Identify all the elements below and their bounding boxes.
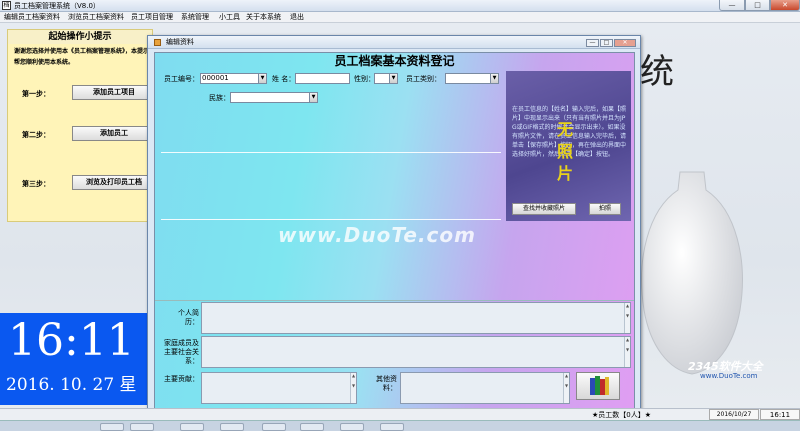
chevron-down-icon[interactable]: ▼ [389, 73, 398, 84]
taskbar [0, 420, 800, 431]
other-scrollbar[interactable]: ▲ ▼ [563, 373, 569, 403]
gender-label: 性别： [354, 75, 375, 83]
other-textarea[interactable]: ▲ ▼ [400, 372, 570, 404]
chevron-down-icon[interactable]: ▼ [490, 73, 499, 84]
menu-system-management[interactable]: 系统管理 [181, 12, 209, 23]
dialog-title: 编辑资料 [166, 38, 194, 46]
status-time: 16:11 [760, 409, 800, 420]
menu-exit[interactable]: 退出 [290, 12, 304, 23]
menu-browse-records[interactable]: 浏览员工档案资料 [68, 12, 124, 23]
clock-date: 2016. 10. 27 星 [6, 375, 137, 395]
menu-bar: 编辑员工档案资料 浏览员工档案资料 员工项目管理 系统管理 小工具 关于本系统 … [0, 12, 800, 23]
browse-print-button[interactable]: 浏览及打印员工档 [72, 175, 156, 190]
maximize-button[interactable]: □ [745, 0, 770, 11]
tips-header: 起始操作小提示 [8, 30, 152, 44]
family-label: 家庭成员及主要社会关系： [164, 339, 199, 365]
resume-textarea[interactable]: ▲ ▼ [201, 302, 631, 334]
name-label: 姓 名： [272, 75, 296, 83]
tips-text: 谢谢您选择并使用本《员工档案管理系统》，本提示帮您顺利使用本系统。 [14, 48, 150, 66]
taskbar-button[interactable] [262, 423, 286, 431]
books-icon [590, 376, 609, 395]
app-icon: 档 [2, 1, 11, 10]
emp-type-label: 员工类别： [406, 75, 441, 83]
ethnic-label: 民族： [209, 94, 230, 102]
achievement-textarea[interactable]: ▲ ▼ [201, 372, 357, 404]
section-divider [155, 300, 634, 301]
dialog-close-button[interactable]: ✕ [614, 39, 636, 47]
dialog-title-bar: 编辑资料 — □ ✕ [148, 36, 640, 49]
taskbar-button[interactable] [180, 423, 204, 431]
resume-scrollbar[interactable]: ▲ ▼ [624, 303, 630, 333]
clock-time: 16:11 [8, 315, 135, 366]
app-title: 员工档案管理系统（V8.0） [14, 2, 100, 10]
status-bar: ★员工数【0人】★ 2016/10/27 16:11 [0, 408, 800, 420]
ethnic-select[interactable]: ▼ [230, 92, 318, 103]
vase-illustration [641, 171, 743, 375]
emp-no-label: 员工编号： [164, 75, 199, 83]
emp-no-select[interactable]: 000001 ▼ [200, 73, 267, 84]
menu-edit-records[interactable]: 编辑员工档案资料 [4, 12, 60, 23]
form-banner: 员工档案基本资料登记 [334, 54, 455, 68]
take-photo-button[interactable]: 拍照 [589, 203, 621, 215]
achievement-label: 主要贡献： [164, 375, 199, 383]
photo-frame: 在员工信息的【姓名】输入完后，如果【照片】中现显示出来（只有当有照片并且为JPG… [506, 71, 631, 221]
step-2-label: 第二步： [22, 131, 50, 139]
taskbar-button[interactable] [380, 423, 404, 431]
taskbar-button[interactable] [340, 423, 364, 431]
watermark-url: www.DuoTe.com [700, 372, 758, 380]
chevron-down-icon[interactable]: ▼ [309, 92, 318, 103]
taskbar-button[interactable] [130, 423, 154, 431]
dialog-minimize-button[interactable]: — [586, 39, 599, 47]
tips-panel: 起始操作小提示 谢谢您选择并使用本《员工档案管理系统》，本提示帮您顺利使用本系统… [7, 29, 156, 222]
menu-about[interactable]: 关于本系统 [246, 12, 281, 23]
step-3-label: 第三步： [22, 180, 50, 188]
divider [161, 219, 501, 220]
no-photo-placeholder: 无照片 [556, 120, 573, 183]
family-textarea[interactable]: ▲ ▼ [201, 336, 631, 368]
employee-count: ★员工数【0人】★ [592, 411, 652, 419]
family-scrollbar[interactable]: ▲ ▼ [624, 337, 630, 367]
step-1-label: 第一步： [22, 90, 50, 98]
app-title-bar: 档 员工档案管理系统（V8.0） — □ ✕ [0, 0, 800, 12]
minimize-button[interactable]: — [719, 0, 745, 11]
background-title-char: 统 [640, 52, 674, 92]
name-input[interactable] [295, 73, 350, 84]
form-area: 员工档案基本资料登记 员工编号： 000001 ▼ 姓 名： 性别： ▼ 员工类… [154, 52, 635, 409]
menu-project-management[interactable]: 员工项目管理 [131, 12, 173, 23]
add-project-button[interactable]: 添加员工项目 [72, 85, 156, 100]
emp-no-value: 000001 [202, 74, 229, 82]
other-label: 其他资料： [376, 375, 397, 392]
taskbar-button[interactable] [300, 423, 324, 431]
watermark-text: www.DuoTe.com [278, 223, 476, 247]
edit-dialog: 编辑资料 — □ ✕ 员工档案基本资料登记 员工编号： 000001 ▼ 姓 名… [147, 35, 641, 412]
find-photo-button[interactable]: 查找并收藏照片 [512, 203, 576, 215]
dialog-icon [154, 39, 161, 46]
dialog-maximize-button[interactable]: □ [600, 39, 613, 47]
taskbar-button[interactable] [220, 423, 244, 431]
taskbar-button[interactable] [100, 423, 124, 431]
gender-select[interactable]: ▼ [374, 73, 398, 84]
save-records-button[interactable] [576, 372, 620, 400]
resume-label: 个人简历： [178, 309, 199, 326]
close-button[interactable]: ✕ [770, 0, 800, 11]
chevron-down-icon[interactable]: ▼ [258, 73, 267, 84]
status-date: 2016/10/27 [709, 409, 759, 420]
achievement-scrollbar[interactable]: ▲ ▼ [350, 373, 356, 403]
emp-type-select[interactable]: ▼ [445, 73, 499, 84]
add-employee-button[interactable]: 添加员工 [72, 126, 156, 141]
menu-tools[interactable]: 小工具 [219, 12, 240, 23]
divider [161, 152, 501, 153]
